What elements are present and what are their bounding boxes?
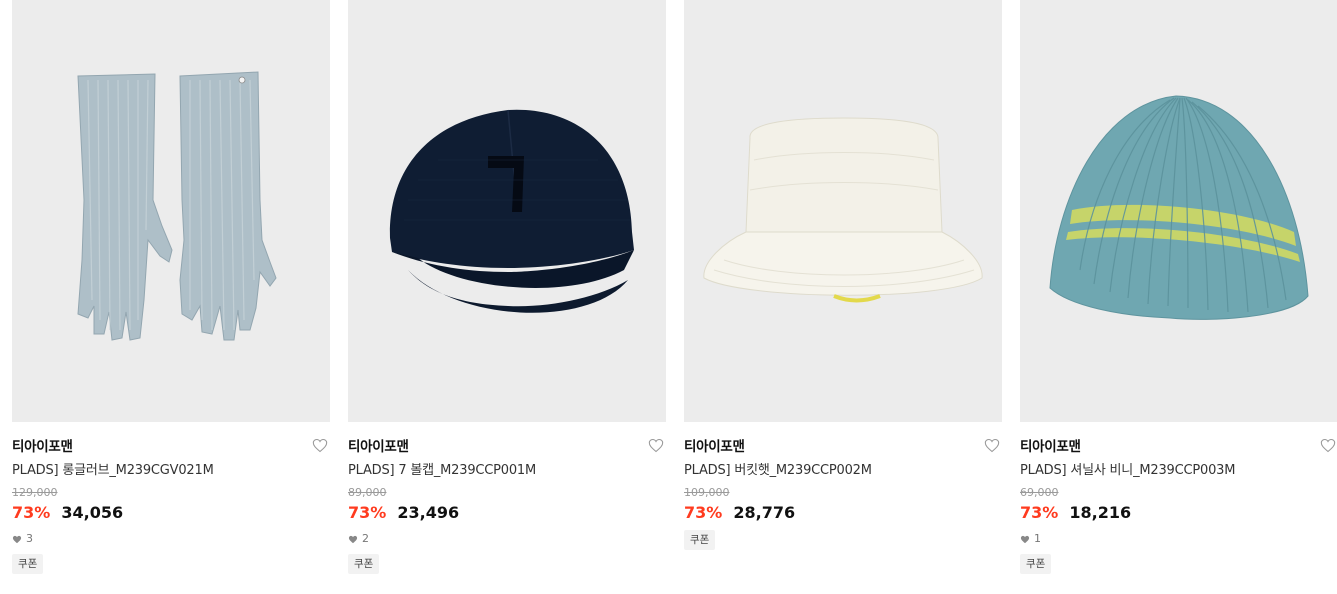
like-count-value: 3 [26,532,33,545]
original-price: 89,000 [348,486,387,499]
heart-filled-icon [1020,535,1030,543]
brand-name[interactable]: 티아이포맨 [684,439,745,455]
gloves-image [77,71,277,341]
heart-filled-icon [348,535,358,543]
brand-name[interactable]: 티아이포맨 [348,439,409,455]
heart-outline-icon[interactable] [984,438,1000,453]
original-price: 69,000 [1020,486,1059,499]
product-title[interactable]: PLADS] 7 볼캡_M239CCP001M [348,460,666,482]
coupon-badge: 쿠폰 [12,554,44,574]
like-count-value: 1 [1034,532,1041,545]
sale-price: 23,496 [397,503,460,522]
product-image[interactable] [684,0,1002,422]
coupon-badge: 쿠폰 [1020,554,1052,574]
product-card[interactable]: 티아이포맨 PLADS] 버킷햇_M239CCP002M 109,000 73%… [684,0,1002,550]
brand-name[interactable]: 티아이포맨 [1020,439,1081,455]
discount-rate: 73% [348,503,387,522]
like-count: 2 [348,532,666,546]
product-image[interactable] [12,0,330,422]
discount-rate: 73% [684,503,723,522]
coupon-badge: 쿠폰 [684,530,716,550]
sale-price: 18,216 [1069,503,1132,522]
like-count: 1 [1020,532,1337,546]
product-image[interactable] [1020,0,1337,422]
like-count-value: 2 [362,532,369,545]
product-card[interactable]: 티아이포맨 PLADS] 7 볼캡_M239CCP001M 89,000 73%… [348,0,666,574]
heart-outline-icon[interactable] [312,438,328,453]
beanie-image [1049,95,1309,320]
discount-rate: 73% [1020,503,1059,522]
product-card[interactable]: 티아이포맨 PLADS] 롱글러브_M239CGV021M 129,000 73… [12,0,330,574]
heart-filled-icon [12,535,22,543]
original-price: 129,000 [12,486,58,499]
product-card[interactable]: 티아이포맨 PLADS] 셔닐사 비니_M239CCP003M 69,000 7… [1020,0,1337,574]
product-image[interactable] [348,0,666,422]
brand-name[interactable]: 티아이포맨 [12,439,73,455]
sale-price: 34,056 [61,503,124,522]
original-price: 109,000 [684,486,730,499]
product-title[interactable]: PLADS] 셔닐사 비니_M239CCP003M [1020,460,1337,482]
ball-cap-image [389,109,634,313]
like-count: 3 [12,532,330,546]
product-title[interactable]: PLADS] 버킷햇_M239CCP002M [684,460,1002,482]
bucket-hat-image [703,117,983,303]
sale-price: 28,776 [733,503,796,522]
discount-rate: 73% [12,503,51,522]
heart-outline-icon[interactable] [648,438,664,453]
heart-outline-icon[interactable] [1320,438,1336,453]
product-title[interactable]: PLADS] 롱글러브_M239CGV021M [12,460,330,482]
coupon-badge: 쿠폰 [348,554,380,574]
